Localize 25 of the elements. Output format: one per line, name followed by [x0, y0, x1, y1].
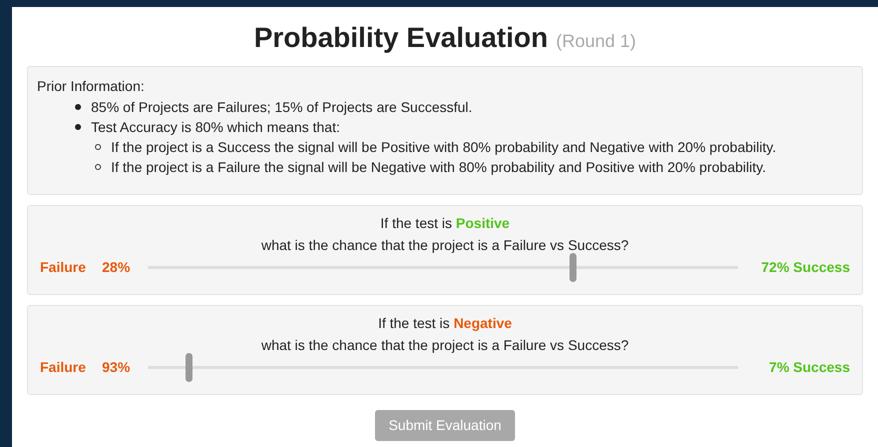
question-condition: If the test is Positive	[380, 215, 510, 231]
bullet-icon	[95, 164, 101, 170]
success-value: 7% Success	[768, 358, 850, 377]
slider[interactable]	[148, 253, 738, 282]
failure-label: Failure	[40, 258, 87, 277]
list-item-text: 85% of Projects are Failures; 15% of Projects are Successful.	[91, 98, 472, 117]
bullet-icon	[95, 144, 101, 150]
failure-value: 93%	[102, 358, 132, 377]
slider[interactable]	[148, 353, 738, 382]
question-text: what is the chance that the project is a Failure vs Success?	[261, 237, 629, 253]
bullet-icon	[75, 104, 81, 110]
question-condition: If the test is Negative	[378, 315, 512, 331]
round-label: (Round 1)	[556, 30, 636, 53]
slider-thumb[interactable]	[569, 253, 576, 282]
slider-thumb[interactable]	[186, 353, 193, 382]
prior-heading: Prior Information:	[37, 77, 146, 96]
list-item-text: If the project is a Success the signal will be Positive with 80% probability and Negative with 20% probability.	[111, 138, 776, 157]
failure-label: Failure	[40, 358, 87, 377]
success-value: 72% Success	[760, 258, 850, 277]
page-title: Probability Evaluation	[254, 21, 548, 55]
bullet-icon	[75, 124, 81, 130]
list-item-text: Test Accuracy is 80% which means that:	[91, 118, 340, 137]
question-text: what is the chance that the project is a Failure vs Success?	[261, 337, 629, 353]
failure-value: 28%	[102, 258, 132, 277]
list-item-text: If the project is a Failure the signal will be Negative with 80% probability and Positive with 20% probability.	[111, 158, 766, 177]
